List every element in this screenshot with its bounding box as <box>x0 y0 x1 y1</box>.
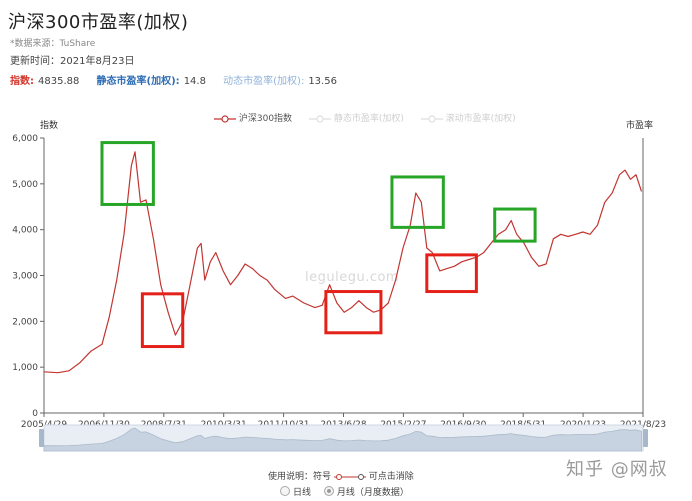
usage-text: 使用说明：符号 <box>268 472 332 482</box>
series-line-hs300 <box>43 151 643 374</box>
y-tick-label: 3,000 <box>12 272 38 282</box>
frequency-selector: 日线 月线（月度数据） <box>280 485 419 498</box>
y-tick-label: 2,000 <box>12 317 38 327</box>
daily-option-label: 日线 <box>293 488 312 498</box>
highlight-box-green <box>390 175 445 229</box>
highlight-box-red <box>425 253 478 294</box>
radio-checked-icon <box>323 486 334 496</box>
highlight-box-green <box>493 207 537 243</box>
monthly-option-label: 月线（月度数据） <box>336 488 409 498</box>
highlight-box-red <box>140 292 185 349</box>
y-tick-label: 4,000 <box>12 226 38 236</box>
zoom-slider[interactable] <box>39 424 648 452</box>
radio-icon <box>280 486 290 496</box>
series-layer <box>43 151 643 374</box>
ticks-layer: 01,0002,0003,0004,0005,0006,0002005/4/29… <box>12 134 666 430</box>
slider-handle-right <box>643 429 648 447</box>
annotations-layer <box>100 141 537 349</box>
y-tick-label: 0 <box>32 409 38 419</box>
legend-symbol-icon <box>333 473 366 480</box>
line-chart: 01,0002,0003,0004,0005,0006,0002005/4/29… <box>12 134 666 452</box>
usage-note: 使用说明：符号 可点击消除 <box>268 469 414 482</box>
axes-layer <box>43 138 644 414</box>
y-tick-label: 1,000 <box>12 363 38 373</box>
corner-mark: 知乎 @网叔 <box>566 459 668 480</box>
daily-option[interactable]: 日线 <box>280 486 312 498</box>
slider-handle-left <box>39 429 44 447</box>
usage-suffix: 可点击消除 <box>368 472 414 482</box>
y-tick-label: 6,000 <box>12 134 38 144</box>
monthly-option[interactable]: 月线（月度数据） <box>323 486 409 498</box>
y-tick-label: 5,000 <box>12 180 38 190</box>
